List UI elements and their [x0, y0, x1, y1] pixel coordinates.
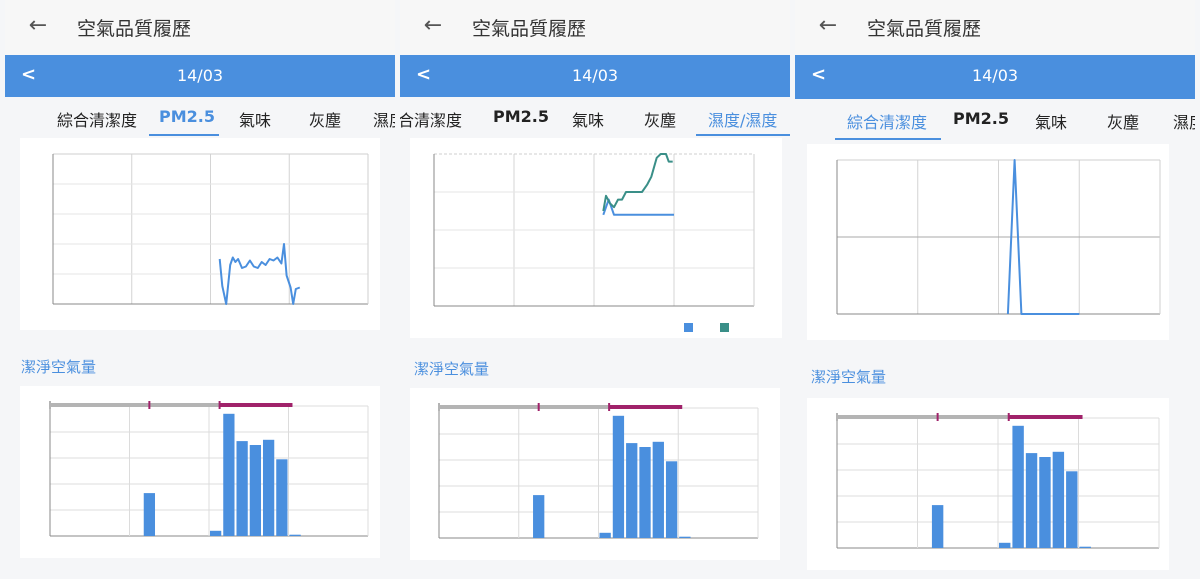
- tab-combined-cleanliness[interactable]: 綜合清潔度: [847, 109, 927, 133]
- date-label: 14/03: [176, 66, 224, 85]
- page-title: 空氣品質履歷: [472, 18, 587, 40]
- bar: [236, 441, 248, 536]
- mode-bar-stop: [538, 405, 610, 409]
- bar: [533, 495, 545, 538]
- bar: [599, 532, 611, 538]
- combined-cleanliness-chart-svg: [836, 159, 1161, 315]
- tab-humidity[interactable]: 濕度: [1173, 109, 1195, 133]
- back-arrow-icon[interactable]: ←: [815, 13, 841, 39]
- mode-boundary-marker: [836, 413, 838, 421]
- mode-bar-auto: [609, 405, 683, 409]
- mode-bar-stop: [439, 405, 539, 409]
- series-line-1: [602, 153, 673, 212]
- date-bar: < 14/03: [400, 55, 790, 97]
- clean-air-bar-chart: [20, 386, 380, 558]
- bar: [1052, 451, 1065, 548]
- mode-boundary-marker: [1007, 413, 1010, 421]
- mode-bar-stop: [149, 403, 220, 407]
- bar: [262, 439, 275, 536]
- temp-humidity-chart-svg: [433, 153, 755, 332]
- bar: [999, 542, 1011, 548]
- active-tab-underline: [835, 138, 941, 140]
- screen-humidity: ← 空氣品質履歷 < 14/03 合清潔度 PM2.5 氣味 灰塵 濕度/濕度 …: [400, 0, 790, 579]
- tab-combined-cleanliness[interactable]: 合清潔度: [400, 107, 462, 131]
- bar: [679, 536, 691, 538]
- mode-boundary-marker: [218, 401, 221, 409]
- tab-pm25[interactable]: PM2.5: [953, 109, 1009, 128]
- section-title-clean-air: 潔淨空氣量: [414, 360, 490, 378]
- bar: [639, 447, 651, 538]
- active-tab-underline: [696, 134, 790, 136]
- tab-humidity[interactable]: 濕度/濕度: [708, 107, 777, 131]
- bar: [1079, 546, 1091, 548]
- screen-combined: ← 空氣品質履歷 < 14/03 綜合清潔度 PM2.5 氣味 灰塵 濕度 潔淨…: [795, 0, 1195, 579]
- mode-bar-stop: [837, 415, 938, 419]
- tab-pm25[interactable]: PM2.5: [493, 107, 549, 126]
- app-bar: ← 空氣品質履歷: [5, 0, 395, 55]
- screen-pm25: ← 空氣品質履歷 < 14/03 綜合清潔度 PM2.5 氣味 灰塵 濕度/濕度…: [5, 0, 395, 579]
- mode-boundary-marker: [608, 403, 611, 411]
- bar: [289, 534, 301, 536]
- bar: [276, 459, 288, 536]
- bar: [931, 505, 944, 548]
- bar: [209, 530, 222, 536]
- legend-swatch: [684, 323, 693, 332]
- mode-bar-stop: [50, 403, 150, 407]
- bar: [1012, 425, 1024, 548]
- mode-boundary-marker: [438, 403, 440, 411]
- tab-combined-cleanliness[interactable]: 綜合清潔度: [57, 107, 137, 131]
- clean-air-bar-chart-svg: [438, 403, 759, 539]
- legend-swatch: [720, 323, 729, 332]
- tab-dust[interactable]: 灰塵: [309, 107, 341, 131]
- section-title-clean-air: 潔淨空氣量: [21, 358, 97, 376]
- bar: [1066, 471, 1078, 548]
- mode-boundary-marker: [49, 401, 51, 409]
- date-label: 14/03: [571, 66, 619, 85]
- combined-cleanliness-chart: [807, 144, 1169, 340]
- bar: [249, 445, 262, 536]
- date-bar: < 14/03: [5, 55, 395, 97]
- bar: [652, 441, 664, 538]
- temp-humidity-chart: [410, 138, 782, 338]
- mode-bar-auto: [1008, 415, 1083, 419]
- tab-odor[interactable]: 氣味: [239, 107, 271, 131]
- mode-boundary-marker: [148, 401, 151, 409]
- pm25-chart: [20, 138, 380, 330]
- bar: [665, 461, 678, 538]
- tab-bar: 綜合清潔度 PM2.5 氣味 灰塵 濕度: [795, 99, 1195, 140]
- clean-air-bar-chart-svg: [49, 401, 369, 537]
- app-bar: ← 空氣品質履歷: [795, 0, 1195, 55]
- section-title-clean-air: 潔淨空氣量: [811, 368, 887, 386]
- clean-air-bar-chart: [410, 388, 780, 560]
- tab-bar: 綜合清潔度 PM2.5 氣味 灰塵 濕度/濕度: [5, 97, 395, 137]
- bar: [1039, 457, 1051, 548]
- mode-bar-stop: [937, 415, 1009, 419]
- mode-boundary-marker: [537, 403, 540, 411]
- pm25-chart-svg: [52, 153, 369, 305]
- app-bar: ← 空氣品質履歷: [400, 0, 790, 55]
- date-label: 14/03: [971, 66, 1019, 85]
- tab-pm25[interactable]: PM2.5: [159, 107, 215, 126]
- bar: [143, 493, 156, 536]
- page-title: 空氣品質履歷: [77, 18, 192, 40]
- back-arrow-icon[interactable]: ←: [420, 13, 446, 39]
- page-title: 空氣品質履歷: [867, 18, 982, 40]
- tab-odor[interactable]: 氣味: [572, 107, 604, 131]
- bar: [626, 443, 638, 538]
- tab-dust[interactable]: 灰塵: [1107, 109, 1139, 133]
- bar: [1025, 453, 1038, 548]
- clean-air-bar-chart-svg: [836, 413, 1160, 549]
- active-tab-underline: [149, 134, 219, 136]
- tab-bar: 合清潔度 PM2.5 氣味 灰塵 濕度/濕度: [400, 97, 790, 137]
- date-bar: < 14/03: [795, 55, 1195, 99]
- back-arrow-icon[interactable]: ←: [25, 13, 51, 39]
- bar: [612, 415, 625, 538]
- tab-dust[interactable]: 灰塵: [644, 107, 676, 131]
- mode-bar-auto: [219, 403, 293, 407]
- mode-boundary-marker: [936, 413, 939, 421]
- tab-odor[interactable]: 氣味: [1035, 109, 1067, 133]
- bar: [223, 413, 235, 536]
- clean-air-bar-chart: [807, 398, 1169, 570]
- tab-humidity[interactable]: 濕度/濕度: [373, 107, 395, 131]
